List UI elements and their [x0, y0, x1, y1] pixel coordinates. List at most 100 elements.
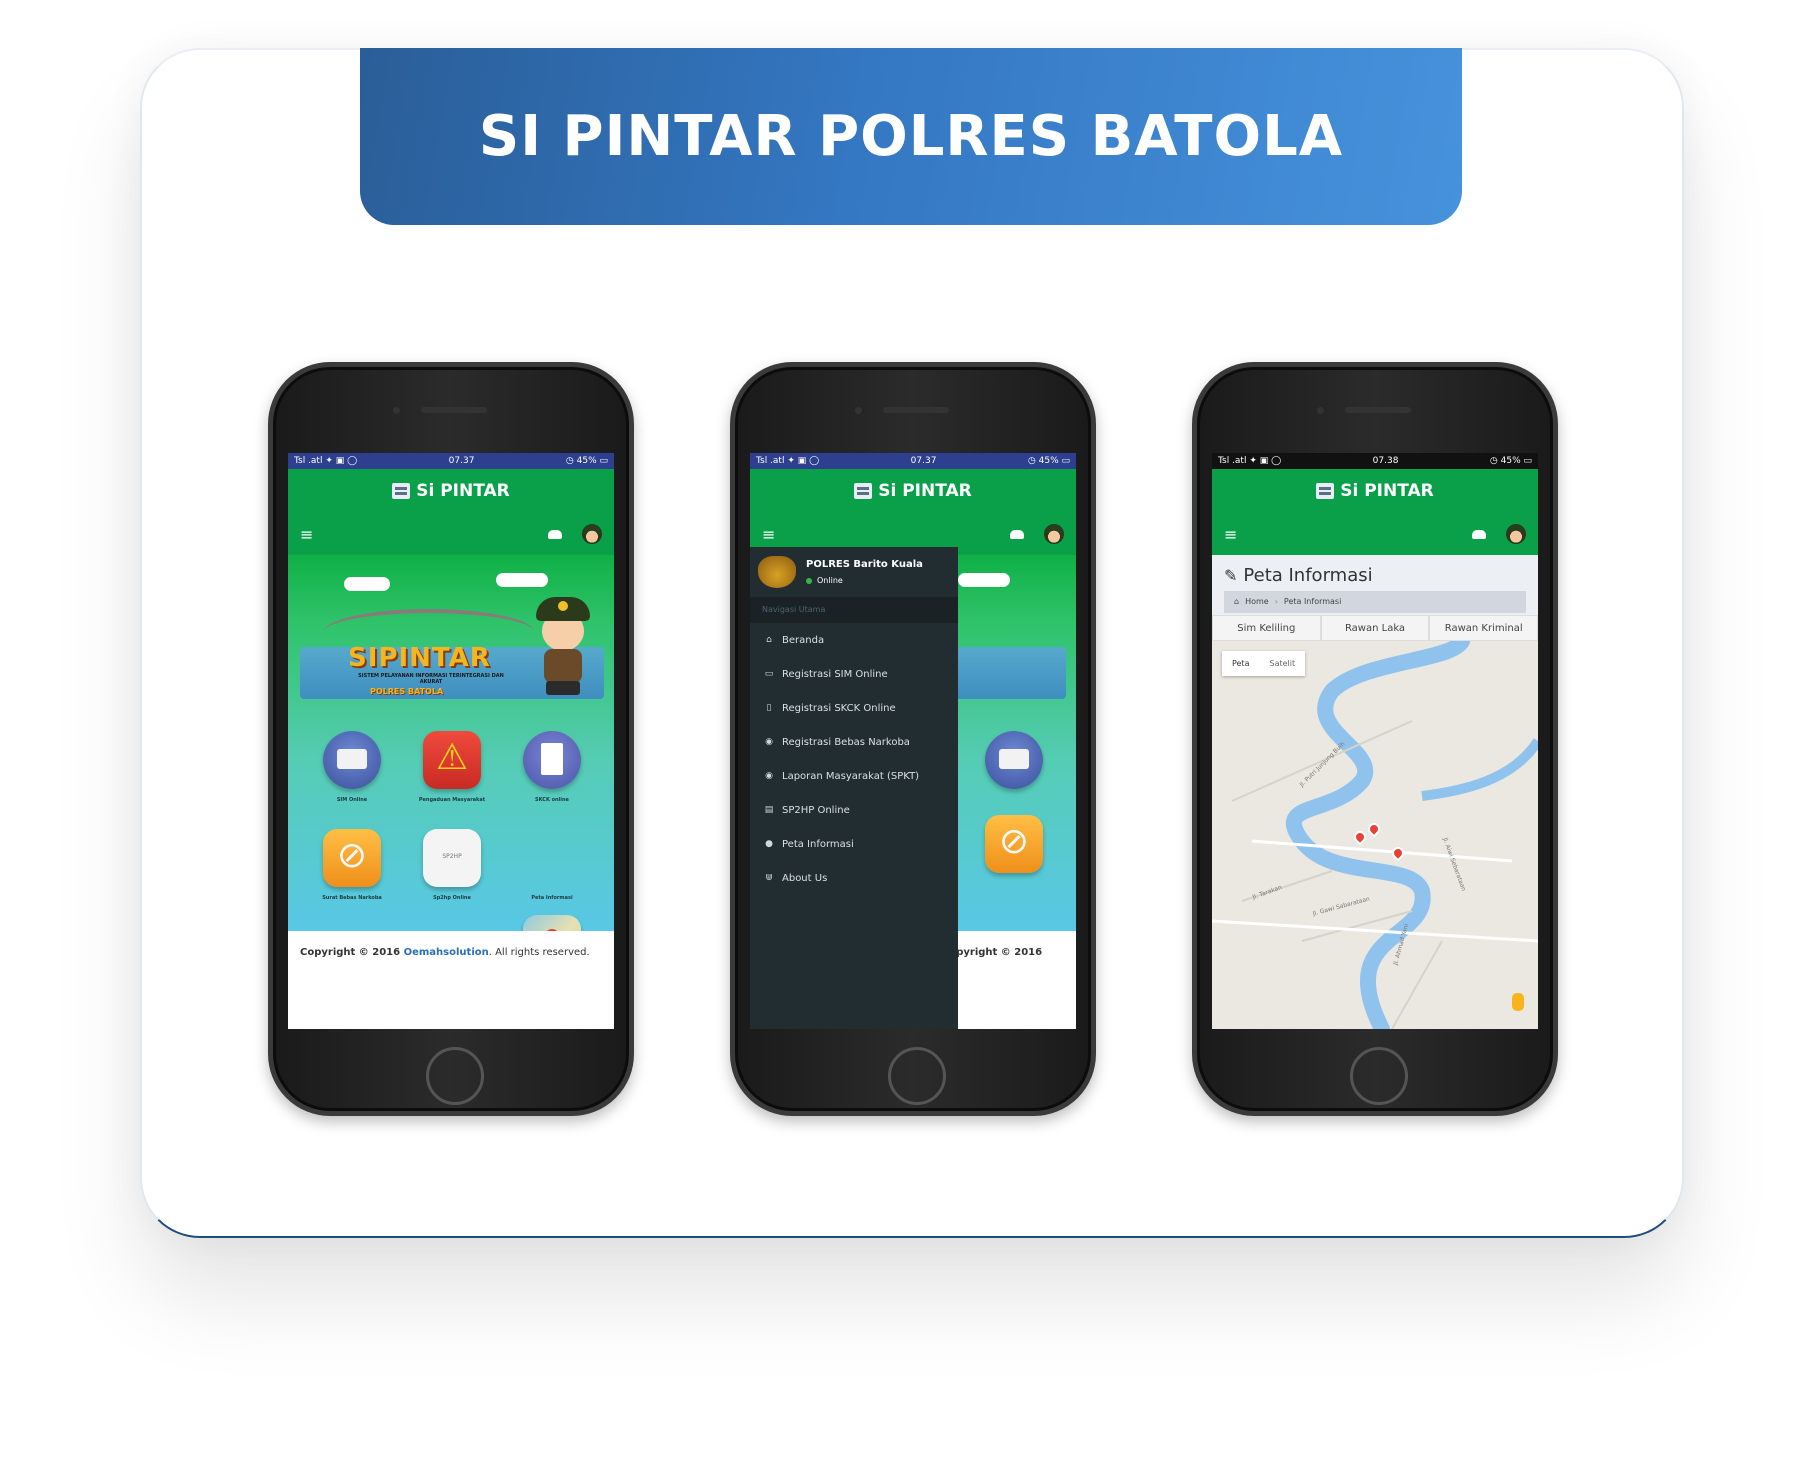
hero-title: SIPINTAR — [348, 643, 491, 673]
nav-item-beranda[interactable]: ⌂ Beranda — [750, 623, 958, 657]
nav-item-peta-informasi[interactable]: ● Peta Informasi — [750, 827, 958, 861]
front-camera — [1317, 407, 1324, 414]
home-button[interactable] — [1350, 1047, 1408, 1105]
map-type-peta[interactable]: Peta — [1222, 651, 1260, 676]
tab-rawan-laka[interactable]: Rawan Laka — [1320, 615, 1430, 641]
nav-header: Navigasi Utama — [750, 597, 958, 623]
map-screen: Tsl .atl ✦ ▣ ◯ 07.38 ◷ 45% ▭ Si PINTAR ≡… — [1212, 453, 1538, 1029]
user-avatar[interactable] — [1506, 524, 1526, 544]
breadcrumb-separator: › — [1274, 597, 1278, 606]
map-view[interactable]: Peta Satelit Jl. Putri Junjung Buih Jl. … — [1212, 641, 1538, 1029]
cloud-decoration — [344, 577, 390, 591]
front-camera — [393, 407, 400, 414]
hamburger-menu-icon[interactable]: ≡ — [1224, 525, 1237, 544]
status-time: 07.38 — [1372, 456, 1399, 466]
status-time: 07.37 — [910, 456, 937, 466]
footer-rights: . All rights reserved. — [488, 947, 590, 958]
tile-label: SIM Online — [336, 797, 368, 803]
nav-item-registrasi-sim[interactable]: ▭ Registrasi SIM Online — [750, 657, 958, 691]
home-button[interactable] — [426, 1047, 484, 1105]
status-bar: Tsl .atl ✦ ▣ ◯ 07.37 ◷ 45% ▭ — [750, 453, 1076, 469]
no-drugs-icon — [985, 815, 1043, 873]
status-icons-right: ◷ 45% ▭ — [1027, 456, 1070, 466]
tile-bebas-narkoba[interactable]: Surat Bebas Narkoba — [302, 829, 402, 901]
status-icons-right: ◷ 45% ▭ — [565, 456, 608, 466]
tile-pengaduan[interactable]: Pengaduan Masyarakat — [402, 731, 502, 803]
tile-label: Sp2hp Online — [433, 895, 471, 901]
service-grid: SIM Online Pengaduan Masyarakat SKCK onl… — [302, 731, 602, 973]
user-avatar[interactable] — [582, 524, 602, 544]
footer-link[interactable]: Oemahsolution — [404, 947, 489, 958]
status-icons-left: Tsl .atl ✦ ▣ ◯ — [294, 456, 358, 466]
hero-banner: SIPINTAR SISTEM PELAYANAN INFORMASI TERI… — [300, 569, 604, 705]
hamburger-menu-icon[interactable]: ≡ — [300, 525, 313, 544]
sp2hp-icon — [423, 829, 481, 887]
phone-menu: Tsl .atl ✦ ▣ ◯ 07.37 ◷ 45% ▭ Si PINTAR ≡… — [730, 362, 1096, 1116]
app-title: Si PINTAR — [878, 481, 972, 501]
map-tabs: Sim Keliling Rawan Laka Rawan Kriminal — [1212, 615, 1538, 641]
app-header: Si PINTAR — [750, 469, 1076, 513]
banner-title: SI PINTAR POLRES BATOLA — [478, 104, 1344, 169]
app-title: Si PINTAR — [416, 481, 510, 501]
front-camera — [855, 407, 862, 414]
tab-rawan-kriminal[interactable]: Rawan Kriminal — [1429, 615, 1538, 641]
map-type-satelit[interactable]: Satelit — [1260, 651, 1306, 676]
home-icon: ⌂ — [766, 635, 772, 645]
nav-label: Registrasi SKCK Online — [782, 702, 896, 714]
nav-label: SP2HP Online — [782, 804, 850, 816]
tile-skck-online[interactable] — [964, 731, 1064, 789]
telephone-icon[interactable] — [1010, 529, 1024, 539]
nav-list: ⌂ Beranda ▭ Registrasi SIM Online ▯ Registr… — [750, 623, 958, 895]
tab-sim-keliling[interactable]: Sim Keliling — [1212, 615, 1321, 641]
tile-sp2hp[interactable]: Sp2hp Online — [402, 829, 502, 901]
home-screen: Tsl .atl ✦ ▣ ◯ 07.37 ◷ 45% ▭ Si PINTAR ≡… — [288, 453, 614, 1029]
tile-peta-informasi[interactable]: Peta Informasi — [502, 829, 602, 973]
tile-sim-online[interactable]: SIM Online — [302, 731, 402, 803]
hero-subtitle: SISTEM PELAYANAN INFORMASI TERINTEGRASI … — [358, 673, 504, 685]
breadcrumb: ⌂ Home › Peta Informasi — [1224, 591, 1526, 613]
earpiece-speaker — [883, 407, 949, 413]
circle-icon: ◉ — [765, 737, 773, 747]
app-logo-icon — [1316, 483, 1335, 499]
status-bar: Tsl .atl ✦ ▣ ◯ 07.38 ◷ 45% ▭ — [1212, 453, 1538, 469]
home-body: SIPINTAR SISTEM PELAYANAN INFORMASI TERI… — [288, 555, 614, 973]
profile-status-text: Online — [817, 576, 843, 585]
id-card-icon — [985, 731, 1043, 789]
page-title-text: Peta Informasi — [1243, 565, 1373, 586]
app-header: Si PINTAR — [1212, 469, 1538, 513]
marker-icon: ● — [765, 839, 773, 849]
menu-screen: Tsl .atl ✦ ▣ ◯ 07.37 ◷ 45% ▭ Si PINTAR ≡… — [750, 453, 1076, 1029]
nav-label: Registrasi Bebas Narkoba — [782, 736, 910, 748]
title-banner: SI PINTAR POLRES BATOLA — [360, 48, 1462, 225]
profile-name: POLRES Barito Kuala — [806, 559, 923, 570]
footer: Copyright © 2016 Oemahsolution. All righ… — [288, 931, 614, 983]
breadcrumb-current: Peta Informasi — [1283, 597, 1342, 606]
nav-label: Laporan Masyarakat (SPKT) — [782, 770, 920, 782]
map-type-control: Peta Satelit — [1222, 651, 1306, 676]
eye-icon: ◉ — [765, 771, 773, 781]
nav-item-about-us[interactable]: ⋓ About Us — [750, 861, 958, 895]
user-avatar[interactable] — [1044, 524, 1064, 544]
breadcrumb-home[interactable]: Home — [1245, 597, 1269, 607]
hero-subtitle-2: POLRES BATOLA — [370, 687, 444, 696]
map-page: ✎ Peta Informasi ⌂ Home › Peta Informasi… — [1212, 555, 1538, 1029]
police-emblem-icon — [758, 556, 796, 588]
edit-icon: ✎ — [1224, 566, 1238, 585]
tile-bebas-narkoba[interactable] — [964, 815, 1064, 873]
home-button[interactable] — [888, 1047, 946, 1105]
telephone-icon[interactable] — [1472, 529, 1486, 539]
telephone-icon[interactable] — [548, 529, 562, 539]
drawer-profile: POLRES Barito Kuala Online — [750, 547, 958, 597]
tile-skck-online[interactable]: SKCK online — [502, 731, 602, 803]
no-drugs-icon — [323, 829, 381, 887]
earpiece-speaker — [421, 407, 487, 413]
nav-item-sp2hp[interactable]: ▤ SP2HP Online — [750, 793, 958, 827]
nav-item-laporan-masyarakat[interactable]: ◉ Laporan Masyarakat (SPKT) — [750, 759, 958, 793]
warning-icon — [423, 731, 481, 789]
nav-label: About Us — [782, 872, 828, 884]
hamburger-menu-icon[interactable]: ≡ — [762, 525, 775, 544]
nav-item-registrasi-skck[interactable]: ▯ Registrasi SKCK Online — [750, 691, 958, 725]
nav-item-bebas-narkoba[interactable]: ◉ Registrasi Bebas Narkoba — [750, 725, 958, 759]
profile-status: Online — [806, 576, 923, 585]
street-view-pegman-icon[interactable] — [1512, 993, 1524, 1011]
